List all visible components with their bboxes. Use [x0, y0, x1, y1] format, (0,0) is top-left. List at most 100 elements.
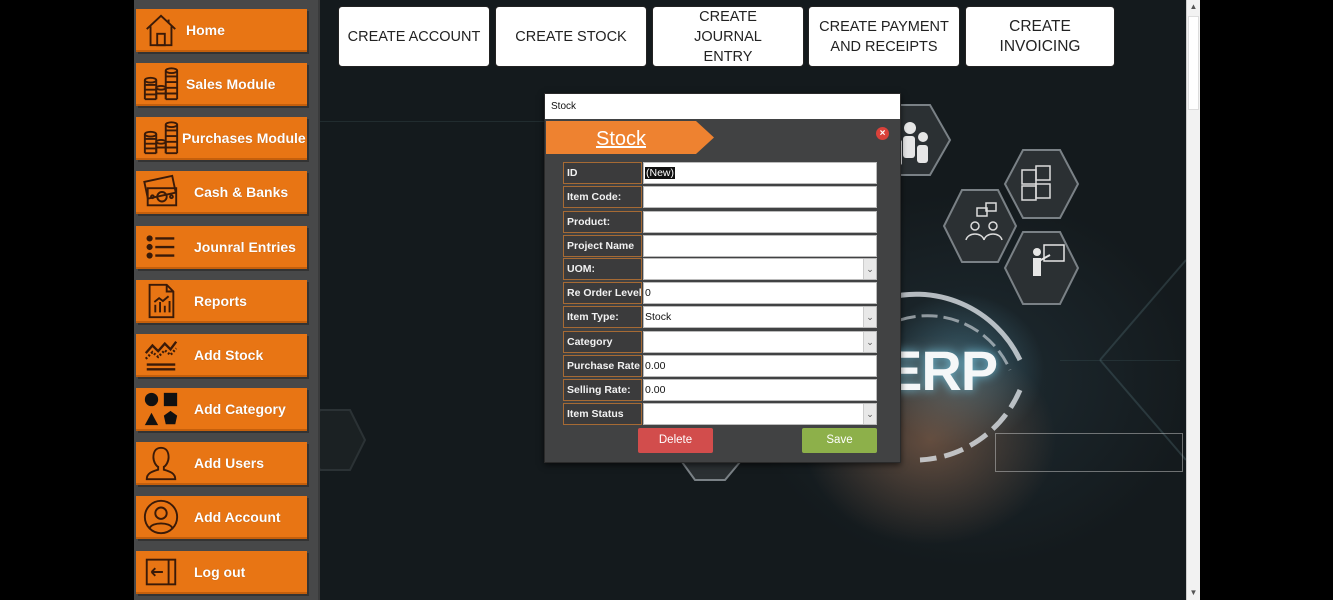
sidebar-item-log-out[interactable]: Log out: [136, 551, 307, 594]
erp-text: ERP: [885, 339, 998, 402]
create-account-button[interactable]: CREATE ACCOUNT: [338, 6, 490, 67]
hexagon-presenter: [1003, 231, 1080, 305]
stock-dialog: Stock Stock × ID (New) Item Code: Product: P…: [544, 93, 901, 463]
coins-stack-icon: [136, 62, 186, 105]
sidebar-item-label: Reports: [194, 292, 247, 309]
field-input[interactable]: 0: [643, 282, 877, 304]
field-label: Re Order Level: [563, 282, 642, 304]
create-payment-receipts-button[interactable]: CREATE PAYMENT AND RECEIPTS: [808, 6, 960, 67]
form-row: Item Type: Stock ⌄: [563, 306, 877, 328]
field-label: Category: [563, 331, 642, 353]
field-input[interactable]: (New): [643, 162, 877, 184]
sidebar-item-purchases-module[interactable]: Purchases Module: [136, 117, 307, 160]
form-row: UOM: ⌄: [563, 258, 877, 280]
field-value: 0: [645, 287, 651, 299]
form-row: Project Name: [563, 235, 877, 257]
delete-label: Delete: [658, 434, 693, 446]
sidebar-item-add-account[interactable]: Add Account: [136, 496, 307, 539]
field-label: Purchase Rate:: [563, 355, 642, 377]
form-row: Product:: [563, 211, 877, 233]
form-row: Item Status ⌄: [563, 403, 877, 425]
field-label: Item Status: [563, 403, 642, 425]
field-dropdown[interactable]: ⌄: [643, 331, 877, 353]
cash-icon: [136, 170, 186, 213]
screen: Home Sales Module Purchases Module Cash …: [0, 0, 1333, 600]
field-value: 0.00: [645, 360, 666, 372]
sidebar: Home Sales Module Purchases Module Cash …: [134, 0, 320, 600]
field-label: Item Type:: [563, 306, 642, 328]
form-row: Category ⌄: [563, 331, 877, 353]
form-row: Selling Rate: 0.00: [563, 379, 877, 401]
sidebar-item-label: Log out: [194, 563, 246, 580]
field-value: (New): [645, 167, 675, 179]
field-input[interactable]: [643, 235, 877, 257]
sidebar-item-label: Sales Module: [186, 75, 276, 92]
field-dropdown[interactable]: Stock ⌄: [643, 306, 877, 328]
sidebar-item-home[interactable]: Home: [136, 9, 307, 52]
field-label: Selling Rate:: [563, 379, 642, 401]
button-label: CREATE PAYMENT AND RECEIPTS: [819, 18, 949, 55]
save-label: Save: [826, 434, 853, 446]
button-label: CREATE ACCOUNT: [347, 28, 481, 45]
user-icon: [136, 441, 186, 484]
field-value: Stock: [645, 311, 672, 323]
button-label: CREATE STOCK: [515, 28, 627, 45]
sidebar-item-cash-banks[interactable]: Cash & Banks: [136, 171, 307, 214]
save-button[interactable]: Save: [802, 428, 877, 453]
button-label: CREATE INVOICING: [999, 17, 1081, 55]
chevron-down-icon[interactable]: ⌄: [863, 332, 876, 352]
overlay-box: [995, 433, 1183, 472]
button-label: CREATE JOURNAL ENTRY: [694, 8, 762, 65]
create-stock-button[interactable]: CREATE STOCK: [495, 6, 647, 67]
close-icon[interactable]: ×: [876, 127, 889, 140]
field-dropdown[interactable]: ⌄: [643, 258, 877, 280]
report-icon: [136, 279, 186, 322]
sidebar-item-label: Cash & Banks: [194, 183, 289, 200]
sidebar-item-reports[interactable]: Reports: [136, 280, 307, 323]
field-label: Project Name: [563, 235, 642, 257]
sidebar-item-label: Jounral Entries: [194, 238, 296, 255]
vertical-scrollbar[interactable]: ▲ ▼: [1186, 0, 1200, 600]
form-row: Re Order Level 0: [563, 282, 877, 304]
chevron-down-icon[interactable]: ⌄: [863, 404, 876, 424]
logout-icon: [136, 550, 186, 593]
scroll-down-icon[interactable]: ▼: [1187, 586, 1200, 600]
sidebar-item-add-stock[interactable]: Add Stock: [136, 334, 307, 377]
sidebar-item-label: Add Stock: [194, 346, 264, 363]
sidebar-item-sales-module[interactable]: Sales Module: [136, 63, 307, 106]
field-input[interactable]: 0.00: [643, 379, 877, 401]
sidebar-item-journal-entries[interactable]: Jounral Entries: [136, 226, 307, 269]
field-label: ID: [563, 162, 642, 184]
list-icon: [136, 225, 186, 268]
field-input[interactable]: [643, 211, 877, 233]
account-circle-icon: [136, 495, 186, 538]
form-row: Purchase Rate: 0.00: [563, 355, 877, 377]
home-icon: [136, 8, 186, 51]
field-label: Product:: [563, 211, 642, 233]
sidebar-item-label: Add Account: [194, 508, 281, 525]
hexagon-meeting: [942, 189, 1018, 263]
create-invoicing-button[interactable]: CREATE INVOICING: [965, 6, 1115, 67]
form-row: Item Code:: [563, 186, 877, 208]
field-input[interactable]: 0.00: [643, 355, 877, 377]
field-dropdown[interactable]: ⌄: [643, 403, 877, 425]
scroll-up-icon[interactable]: ▲: [1187, 0, 1200, 14]
sidebar-item-add-users[interactable]: Add Users: [136, 442, 307, 485]
field-input[interactable]: [643, 186, 877, 208]
stock-chart-icon: [136, 333, 186, 376]
sidebar-item-label: Home: [186, 21, 225, 38]
scroll-thumb[interactable]: [1188, 16, 1199, 110]
field-label: UOM:: [563, 258, 642, 280]
sidebar-item-label: Purchases Module: [182, 129, 306, 146]
shapes-icon: [136, 387, 186, 430]
chevron-down-icon[interactable]: ⌄: [863, 307, 876, 327]
chevron-down-icon[interactable]: ⌄: [863, 259, 876, 279]
hexagon-faint: [320, 409, 367, 471]
create-journal-entry-button[interactable]: CREATE JOURNAL ENTRY: [652, 6, 804, 67]
field-label: Item Code:: [563, 186, 642, 208]
sidebar-item-add-category[interactable]: Add Category: [136, 388, 307, 431]
coins-stack-icon: [136, 116, 186, 159]
delete-button[interactable]: Delete: [638, 428, 713, 453]
sidebar-item-label: Add Category: [194, 400, 286, 417]
dialog-header-title: Stock: [595, 128, 647, 150]
